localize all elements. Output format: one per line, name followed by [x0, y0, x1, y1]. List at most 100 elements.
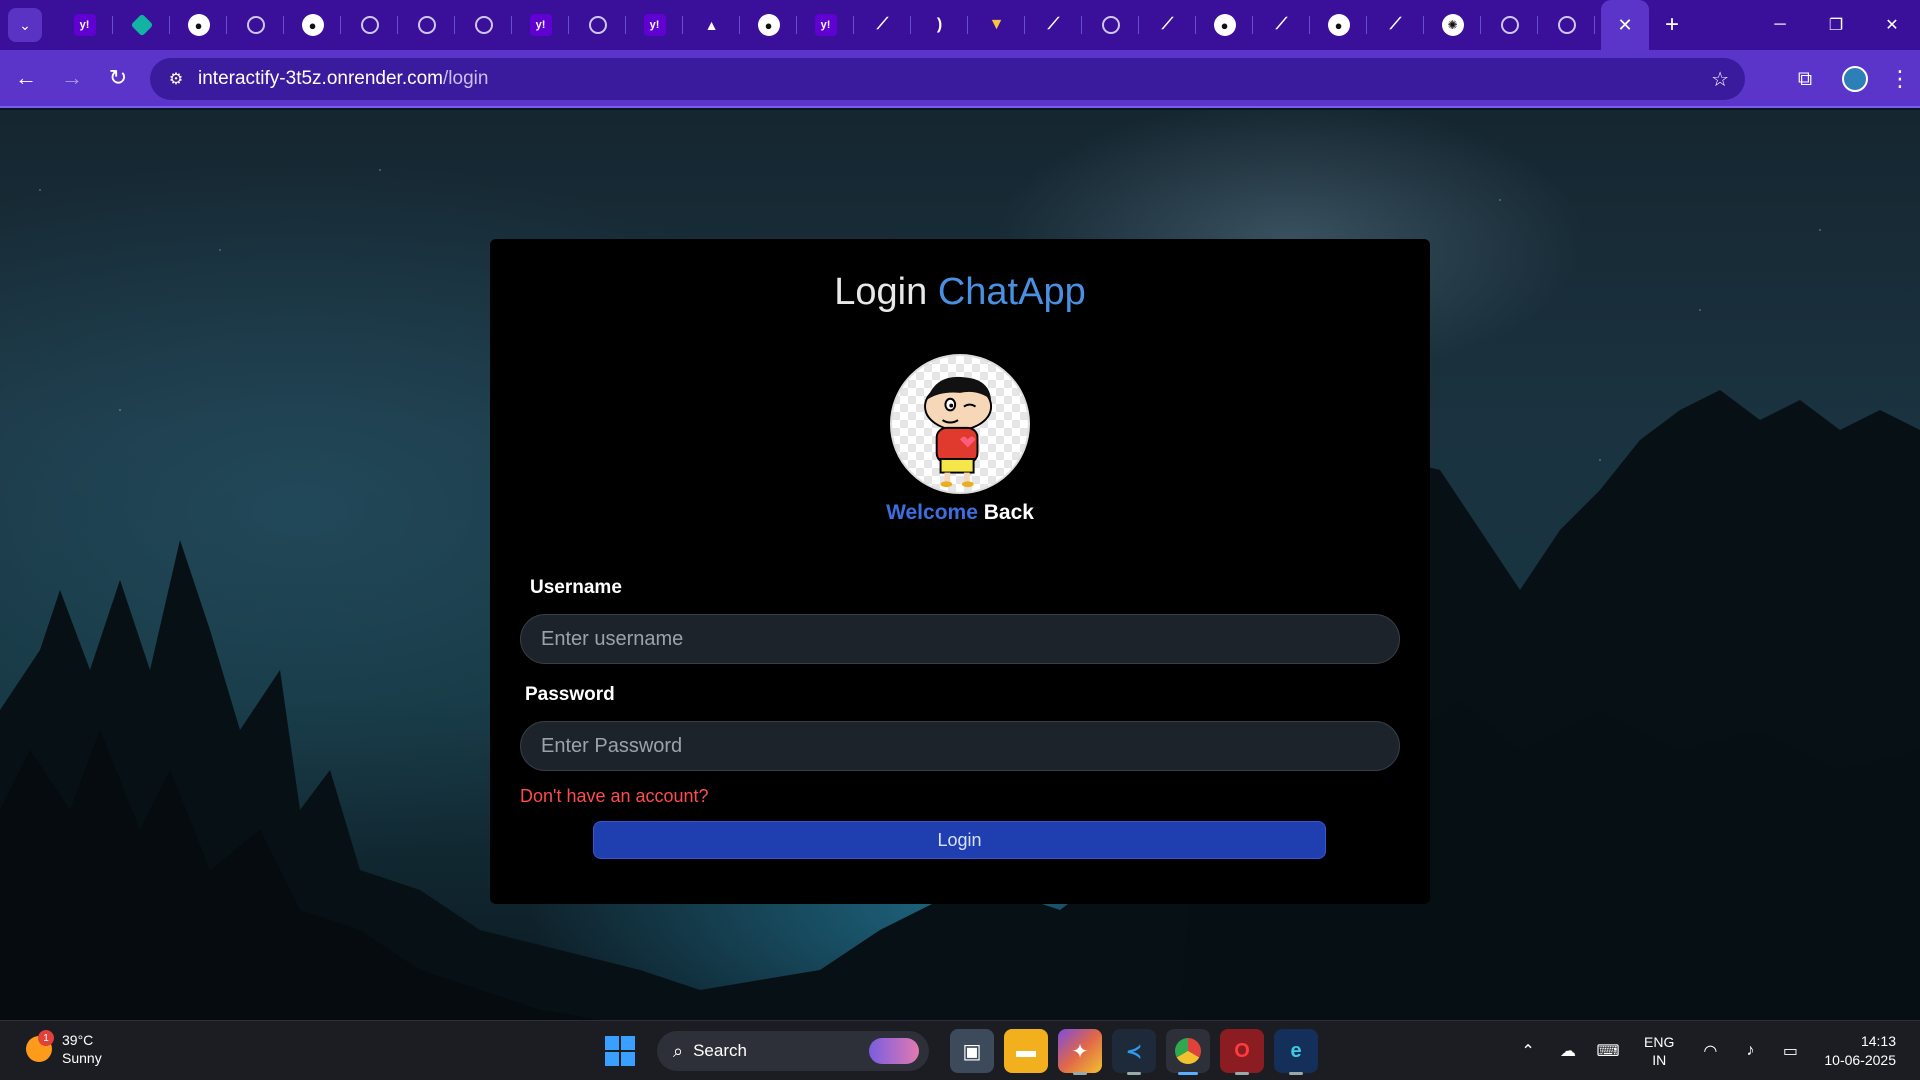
browser-tab[interactable]: ●	[1196, 0, 1253, 50]
weather-widget[interactable]: 1 39°C Sunny	[26, 1030, 102, 1067]
password-input[interactable]	[520, 721, 1400, 771]
chevron-up-icon[interactable]: ⌃	[1508, 1041, 1548, 1061]
browser-tab[interactable]: ●	[740, 0, 797, 50]
globe-icon	[360, 16, 379, 34]
restore-button[interactable]: ❐	[1808, 15, 1864, 35]
chrome-icon[interactable]	[1166, 1029, 1210, 1075]
vscode-icon[interactable]: ≺	[1112, 1029, 1156, 1075]
taskbar: 1 39°C Sunny ⌕ Search ▣ ▬ ✦ ≺ O e ⌃ ☁ ⌨ …	[0, 1020, 1920, 1080]
active-tab[interactable]: ✕	[1601, 0, 1649, 50]
password-label: Password	[525, 684, 615, 705]
browser-tab[interactable]: ▼	[968, 0, 1025, 50]
site-info-icon[interactable]: ⚙	[156, 69, 196, 89]
url-text[interactable]: interactify-3t5z.onrender.com/login	[198, 68, 488, 90]
browser-tab[interactable]	[1538, 0, 1595, 50]
browser-tab[interactable]: y!	[626, 0, 683, 50]
browser-tab[interactable]	[1082, 0, 1139, 50]
volume-icon[interactable]: ♪	[1730, 1042, 1770, 1060]
browser-tab[interactable]: ⟋	[1367, 0, 1424, 50]
browser-tab[interactable]: y!	[56, 0, 113, 50]
url-path: /login	[443, 68, 489, 89]
username-input[interactable]	[520, 614, 1400, 664]
browser-tab[interactable]: )	[911, 0, 968, 50]
browser-tab[interactable]: ●	[1310, 0, 1367, 50]
back-word: Back	[983, 501, 1034, 524]
lang-2: IN	[1652, 1052, 1667, 1068]
browser-toolbar: ← → ↻ ⚙ interactify-3t5z.onrender.com/lo…	[0, 50, 1920, 108]
taskbar-search[interactable]: ⌕ Search	[657, 1031, 929, 1071]
browser-tab[interactable]: ▲	[683, 0, 740, 50]
browser-tab[interactable]	[227, 0, 284, 50]
arrow-right-icon: →	[61, 65, 83, 90]
weather-desc: Sunny	[62, 1050, 102, 1066]
browser-tab[interactable]: y!	[797, 0, 854, 50]
yahoo-icon: y!	[529, 14, 552, 36]
github-icon: ●	[187, 14, 210, 36]
moon-icon: )	[936, 16, 943, 33]
forward-button[interactable]: →	[52, 58, 92, 98]
wifi-icon[interactable]: ◠	[1690, 1041, 1730, 1061]
github-icon: ●	[1327, 14, 1350, 36]
browser-tab[interactable]: ⟋	[1253, 0, 1310, 50]
windows-start-icon[interactable]	[605, 1036, 635, 1066]
tab-search-button[interactable]: ⌄	[8, 8, 42, 42]
yahoo-icon: y!	[73, 14, 96, 36]
battery-icon[interactable]: ▭	[1770, 1041, 1810, 1061]
window-controls: ─ ❐ ✕	[1752, 0, 1920, 50]
weather-text: 39°C Sunny	[62, 1031, 102, 1067]
link-icon: ⟋	[876, 16, 889, 33]
welcome-text: Welcome Back	[490, 501, 1430, 525]
opera-icon[interactable]: O	[1220, 1029, 1264, 1075]
browser-tab[interactable]: ⟋	[1025, 0, 1082, 50]
extensions-icon[interactable]: ⧉	[1780, 68, 1830, 91]
title-login: Login	[834, 271, 928, 313]
globe-icon	[1500, 16, 1519, 34]
onedrive-icon[interactable]: ☁	[1548, 1041, 1588, 1061]
clock[interactable]: 14:13 10-06-2025	[1824, 1032, 1896, 1070]
taskbar-apps: ⌕ Search ▣ ▬ ✦ ≺ O e	[605, 1029, 1323, 1075]
link-icon: ⟋	[1047, 16, 1060, 33]
browser-tab[interactable]	[569, 0, 626, 50]
page-viewport: Login ChatApp Welcome Back Username Pa	[0, 110, 1920, 1020]
copilot-icon[interactable]: ✦	[1058, 1029, 1102, 1075]
browser-tab[interactable]	[113, 0, 170, 50]
login-button[interactable]: Login	[593, 821, 1326, 859]
browser-tab[interactable]	[1481, 0, 1538, 50]
browser-tab[interactable]	[341, 0, 398, 50]
search-highlight-image	[869, 1038, 919, 1064]
browser-tab[interactable]: ⟋	[1139, 0, 1196, 50]
browser-tab[interactable]	[455, 0, 512, 50]
triangle-icon: ▲	[704, 17, 719, 33]
close-window-button[interactable]: ✕	[1864, 15, 1920, 35]
task-view-icon[interactable]: ▣	[950, 1029, 994, 1073]
link-icon: ⟋	[1389, 16, 1402, 33]
language-indicator[interactable]: ENG IN	[1644, 1033, 1674, 1069]
title-brand: ChatApp	[937, 271, 1086, 313]
openai-icon: ✺	[1441, 14, 1464, 36]
back-button[interactable]: ←	[6, 58, 46, 98]
username-label: Username	[530, 577, 622, 598]
reload-button[interactable]: ↻	[98, 58, 138, 98]
profile-avatar[interactable]	[1842, 66, 1868, 92]
globe-icon	[417, 16, 436, 34]
keyboard-icon[interactable]: ⌨	[1588, 1041, 1628, 1061]
close-tab-icon[interactable]: ✕	[1617, 15, 1632, 36]
signup-link[interactable]: Don't have an account?	[520, 786, 709, 807]
browser-tab[interactable]: y!	[512, 0, 569, 50]
notification-badge: 1	[38, 1030, 54, 1046]
file-explorer-icon[interactable]: ▬	[1004, 1029, 1048, 1073]
browser-tab[interactable]: ✺	[1424, 0, 1481, 50]
bookmark-star-icon[interactable]: ☆	[1711, 67, 1729, 92]
globe-icon	[246, 16, 265, 34]
browser-tab[interactable]: ●	[284, 0, 341, 50]
minimize-button[interactable]: ─	[1752, 16, 1808, 34]
address-bar[interactable]: ⚙ interactify-3t5z.onrender.com/login ☆	[150, 58, 1745, 100]
new-tab-button[interactable]: +	[1665, 11, 1679, 39]
browser-tab[interactable]: ●	[170, 0, 227, 50]
browser-tab[interactable]: ⟋	[854, 0, 911, 50]
edge-icon[interactable]: e	[1274, 1029, 1318, 1075]
browser-tab[interactable]	[398, 0, 455, 50]
page-title: Login ChatApp	[490, 271, 1430, 314]
browser-menu-icon[interactable]: ⋮	[1880, 66, 1920, 92]
toolbar-right: ⧉ ⋮	[1780, 50, 1920, 108]
